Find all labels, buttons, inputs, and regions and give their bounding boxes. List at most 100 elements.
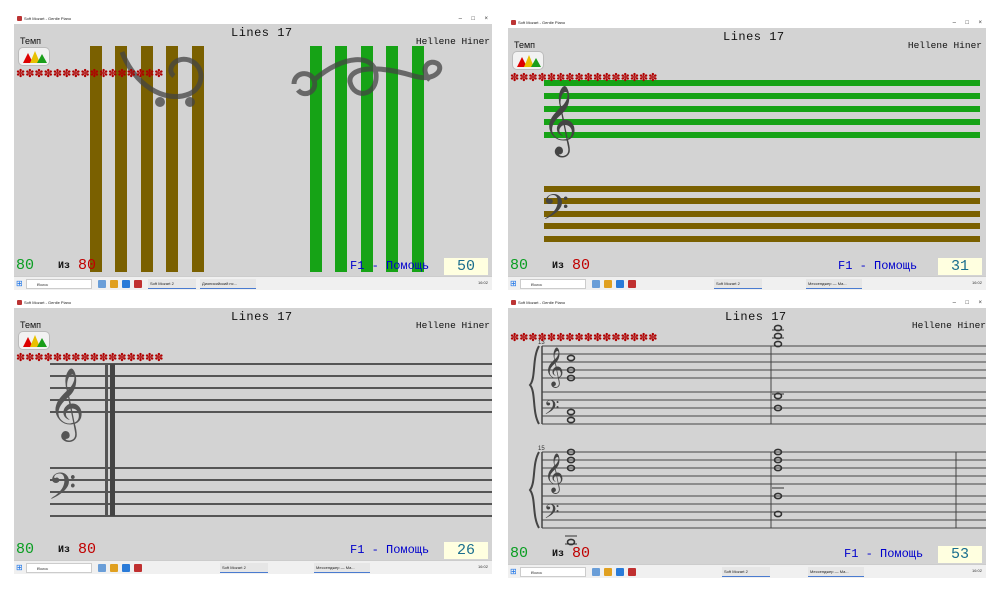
close-icon[interactable]: × [484,14,488,24]
taskbar-app[interactable]: Мессенджер — Ма... [806,279,862,289]
score-display: 26 [444,542,488,559]
help-hint: F1 - Помощь [350,543,430,557]
staff-area [90,46,443,272]
folder-icon[interactable] [110,280,118,288]
chrome-icon[interactable] [616,280,624,288]
notes-played-count: 80 [510,257,529,274]
tempo-button[interactable] [19,332,49,349]
barline-thick [110,364,115,516]
minimize-icon[interactable]: – [953,18,956,28]
taskbar-search[interactable]: ⌕ Поиск [26,563,92,573]
author-name: Hellene Hiner [415,320,490,331]
flower-column: ✽✽✽✽✽✽✽✽✽✽✽✽✽✽✽✽ [16,68,164,80]
staff-area: 𝄞 𝄢 [48,363,492,517]
tempo-label: Темп [514,40,536,50]
close-icon[interactable]: × [978,298,982,308]
help-hint: F1 - Помощь [838,259,918,273]
minimize-icon[interactable]: – [459,14,462,24]
app-icon [511,300,516,305]
app-icon [511,20,516,25]
chrome-icon[interactable] [616,568,624,576]
windows-start-icon[interactable]: ⊞ [510,280,518,288]
folder-icon[interactable] [110,564,118,572]
maximize-icon[interactable]: □ [471,14,475,24]
search-placeholder: Поиск [531,282,543,287]
treble-clef-icon: 𝄞 [48,366,85,442]
taskbar-app[interactable]: Soft Mozart 2 [722,567,770,577]
maximize-icon[interactable]: □ [965,298,969,308]
mail-icon[interactable] [134,564,142,572]
window-title: Soft Mozart - Gentle Piano [24,300,72,305]
taskbar-app[interactable]: Мессенджер — Ма... [314,563,370,573]
search-placeholder: Поиск [37,282,49,287]
game-canvas[interactable]: 𝄞 𝄢 Lines 17 Hellene Hiner Темп ✽✽✽✽✽✽✽✽… [14,308,492,560]
close-icon[interactable]: × [978,18,982,28]
mail-icon[interactable] [628,280,636,288]
of-label: Из [58,545,71,556]
mail-icon[interactable] [134,280,142,288]
treble-clef-icon: 𝄞 [544,453,564,494]
notes-played-count: 80 [510,545,529,562]
taskbar-app[interactable]: Мессенджер — Ма... [808,567,864,577]
taskview-icon[interactable] [592,280,600,288]
mail-icon[interactable] [628,568,636,576]
panel-notation: Soft Mozart - Gentle Piano – □ × 𝄞 𝄢 13 … [508,298,986,578]
taskview-icon[interactable] [98,280,106,288]
bass-clef-icon: 𝄢 [48,466,76,517]
barline-thin [105,364,108,516]
notes-total-count: 80 [78,541,97,558]
author-name: Hellene Hiner [911,320,986,331]
windows-start-icon[interactable]: ⊞ [510,568,518,576]
taskview-icon[interactable] [592,568,600,576]
treble-staff-vertical [310,46,424,272]
clock: 16:02 [477,280,488,285]
game-canvas[interactable]: 𝄞 𝄢 13 𝄞 𝄢 15 Lines 17 Hellene Hiner ✽✽✽… [508,308,986,564]
treble-clef-icon: 𝄞 [542,85,577,157]
treble-staff [50,363,492,413]
notes-played-count: 80 [16,257,35,274]
window-titlebar: Soft Mozart - Gentle Piano – □ × [14,14,492,24]
tempo-button[interactable] [513,52,543,69]
taskview-icon[interactable] [98,564,106,572]
taskbar-app[interactable]: Soft Mozart 2 [148,279,196,289]
folder-icon[interactable] [604,280,612,288]
window-title: Soft Mozart - Gentle Piano [518,300,566,305]
taskbar-app[interactable]: Soft Mozart 2 [714,279,762,289]
maximize-icon[interactable]: □ [965,18,969,28]
clock: 16:02 [477,564,488,569]
bass-staff-horizontal [544,186,980,242]
chrome-icon[interactable] [122,280,130,288]
taskbar-search[interactable]: ⌕ Поиск [520,279,586,289]
tempo-button[interactable] [19,48,49,65]
taskbar-search[interactable]: ⌕ Поиск [520,567,586,577]
of-label: Из [58,261,71,272]
chrome-icon[interactable] [122,564,130,572]
window-titlebar: Soft Mozart - Gentle Piano – □ × [508,298,986,308]
panel-vertical-staves: Soft Mozart - Gentle Piano – □ × Lines 1… [14,14,492,290]
lines-title: Lines 17 [725,310,787,324]
search-placeholder: Поиск [37,566,49,571]
system-1-bass [542,391,986,425]
flower-column: ✽✽✽✽✽✽✽✽✽✽✽✽✽✽✽✽ [510,332,658,344]
system-2-brace [528,451,540,529]
taskbar-search[interactable]: ⌕ Поиск [26,279,92,289]
measure-number: 15 [538,446,545,452]
tempo-label: Темп [20,36,42,46]
lines-title: Lines 17 [231,310,293,324]
game-canvas[interactable]: 𝄞 𝄢 Lines 17 Hellene Hiner Темп ✽✽✽✽✽✽✽✽… [508,28,986,276]
window-titlebar: Soft Mozart - Gentle Piano [14,298,492,308]
taskbar-app[interactable]: Дионисийский пс... [200,279,256,289]
system-1-brace [528,345,540,425]
minimize-icon[interactable]: – [953,298,956,308]
flower-column: ✽✽✽✽✽✽✽✽✽✽✽✽✽✽✽✽ [16,352,164,364]
taskbar: ⊞ ⌕ Поиск Soft Mozart 2 Дионисийский пс.… [14,276,492,290]
taskbar: ⊞ ⌕ Поиск Soft Mozart 2 Мессенджер — Ма.… [14,560,492,574]
treble-clef-icon: 𝄞 [544,347,564,388]
taskbar-app[interactable]: Soft Mozart 2 [220,563,268,573]
windows-start-icon[interactable]: ⊞ [16,280,24,288]
windows-start-icon[interactable]: ⊞ [16,564,24,572]
folder-icon[interactable] [604,568,612,576]
clock: 16:02 [971,280,982,285]
system-2-bass [542,495,986,529]
game-canvas[interactable]: Lines 17 Hellene Hiner Темп ✽✽✽✽✽✽✽✽✽✽✽✽… [14,24,492,276]
